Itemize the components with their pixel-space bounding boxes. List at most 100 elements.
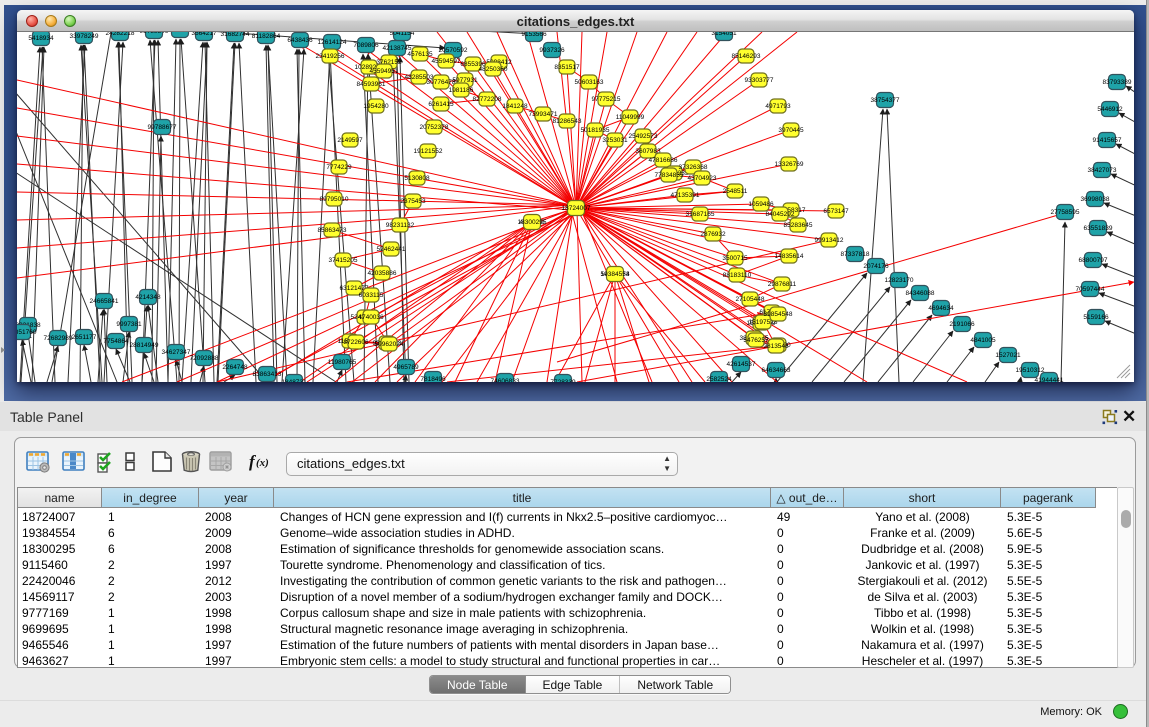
svg-text:83863413: 83863413 bbox=[253, 371, 282, 378]
svg-text:47135391: 47135391 bbox=[671, 192, 700, 199]
svg-text:3500715: 3500715 bbox=[722, 255, 748, 262]
svg-text:7754864: 7754864 bbox=[103, 338, 129, 345]
svg-text:4694634: 4694634 bbox=[928, 305, 954, 312]
svg-text:38427073: 38427073 bbox=[1088, 167, 1117, 174]
svg-text:1059486: 1059486 bbox=[748, 201, 774, 208]
svg-text:3253031: 3253031 bbox=[602, 137, 628, 144]
svg-text:4971793: 4971793 bbox=[765, 103, 791, 110]
svg-text:4740036: 4740036 bbox=[358, 314, 384, 321]
svg-text:7774229: 7774229 bbox=[326, 164, 352, 171]
svg-text:12614124: 12614124 bbox=[318, 39, 347, 46]
svg-text:4576135: 4576135 bbox=[407, 51, 433, 58]
svg-text:33978249: 33978249 bbox=[70, 33, 99, 40]
svg-text:39854548: 39854548 bbox=[764, 311, 793, 318]
svg-text:81286543: 81286543 bbox=[553, 118, 582, 125]
svg-text:25492573: 25492573 bbox=[629, 133, 658, 140]
svg-text:84593961: 84593961 bbox=[357, 81, 386, 88]
svg-text:85146293: 85146293 bbox=[732, 53, 761, 60]
svg-text:63551839: 63551839 bbox=[1084, 225, 1113, 232]
svg-text:3564217: 3564217 bbox=[191, 32, 217, 37]
svg-text:66851760: 66851760 bbox=[17, 329, 37, 336]
svg-text:85283645: 85283645 bbox=[784, 222, 813, 229]
svg-text:2074176: 2074176 bbox=[863, 263, 889, 270]
svg-text:13326769: 13326769 bbox=[775, 161, 804, 168]
svg-text:29876811: 29876811 bbox=[768, 281, 797, 288]
svg-text:24665841: 24665841 bbox=[90, 298, 119, 305]
svg-text:88183110: 88183110 bbox=[723, 272, 752, 279]
svg-text:2264748: 2264748 bbox=[222, 364, 248, 371]
svg-text:2582524: 2582524 bbox=[706, 376, 732, 382]
svg-text:19510312: 19510312 bbox=[1016, 367, 1045, 374]
svg-text:3970445: 3970445 bbox=[778, 127, 804, 134]
svg-text:73993471: 73993471 bbox=[529, 111, 558, 118]
svg-text:5041154: 5041154 bbox=[390, 32, 415, 37]
svg-text:85863473: 85863473 bbox=[318, 227, 347, 234]
svg-text:28814949: 28814949 bbox=[130, 342, 159, 349]
svg-text:4965789: 4965789 bbox=[393, 364, 419, 371]
svg-text:5446912: 5446912 bbox=[1097, 106, 1123, 113]
svg-text:31682744: 31682744 bbox=[221, 32, 250, 38]
svg-text:99788677: 99788677 bbox=[148, 124, 177, 131]
svg-text:5130808: 5130808 bbox=[404, 175, 430, 182]
svg-text:50962024: 50962024 bbox=[375, 341, 404, 348]
svg-text:34627347: 34627347 bbox=[162, 349, 191, 356]
svg-text:6261415: 6261415 bbox=[428, 101, 454, 108]
svg-text:18300295: 18300295 bbox=[518, 219, 547, 226]
svg-text:42614537: 42614537 bbox=[727, 361, 756, 368]
svg-text:27105448: 27105448 bbox=[736, 296, 765, 303]
svg-text:2651177: 2651177 bbox=[72, 334, 97, 341]
svg-text:72092888: 72092888 bbox=[190, 355, 219, 362]
svg-text:11049999: 11049999 bbox=[616, 114, 645, 121]
svg-text:45594597: 45594597 bbox=[432, 58, 461, 65]
svg-text:4841005: 4841005 bbox=[970, 337, 996, 344]
svg-text:2191066: 2191066 bbox=[949, 321, 975, 328]
svg-text:1954280: 1954280 bbox=[363, 103, 389, 110]
svg-text:50603163: 50603163 bbox=[575, 79, 604, 86]
svg-text:74606833: 74606833 bbox=[491, 378, 520, 382]
svg-text:6573147: 6573147 bbox=[823, 208, 849, 215]
svg-text:77834855: 77834855 bbox=[655, 172, 684, 179]
svg-text:12823170: 12823170 bbox=[885, 277, 914, 284]
svg-text:2548511: 2548511 bbox=[723, 188, 748, 195]
svg-text:41944441: 41944441 bbox=[1035, 377, 1064, 382]
svg-text:97775215: 97775215 bbox=[592, 96, 621, 103]
svg-text:7089806: 7089806 bbox=[353, 42, 379, 49]
svg-text:98231132: 98231132 bbox=[386, 222, 415, 229]
svg-text:6033115: 6033115 bbox=[359, 292, 384, 299]
svg-text:91415657: 91415657 bbox=[1093, 137, 1122, 144]
svg-text:5418934: 5418934 bbox=[28, 35, 54, 42]
svg-text:24282218: 24282218 bbox=[106, 32, 135, 37]
svg-text:38754377: 38754377 bbox=[871, 97, 900, 104]
svg-text:6438436: 6438436 bbox=[287, 37, 313, 44]
svg-text:45594951: 45594951 bbox=[370, 68, 399, 75]
svg-text:95758349: 95758349 bbox=[140, 32, 169, 35]
svg-text:9997381: 9997381 bbox=[116, 321, 142, 328]
svg-text:2149597: 2149597 bbox=[337, 137, 363, 144]
svg-text:99913412: 99913412 bbox=[815, 237, 844, 244]
svg-text:42035886: 42035886 bbox=[368, 270, 397, 277]
svg-text:19384554: 19384554 bbox=[601, 271, 630, 278]
svg-text:1981186: 1981186 bbox=[449, 87, 474, 94]
svg-text:23419256: 23419256 bbox=[316, 53, 345, 60]
svg-text:3154051: 3154051 bbox=[711, 32, 737, 37]
svg-text:70597444: 70597444 bbox=[1076, 286, 1105, 293]
svg-text:20570592: 20570592 bbox=[439, 47, 468, 54]
svg-text:2876932: 2876932 bbox=[700, 231, 726, 238]
svg-text:9153566: 9153566 bbox=[521, 32, 547, 38]
svg-text:82772208: 82772208 bbox=[473, 96, 502, 103]
svg-text:11980765: 11980765 bbox=[328, 359, 357, 366]
svg-text:2813543: 2813543 bbox=[763, 343, 789, 350]
svg-text:4214348: 4214348 bbox=[135, 294, 161, 301]
svg-text:1841248: 1841248 bbox=[502, 103, 528, 110]
svg-text:8351517: 8351517 bbox=[554, 64, 580, 71]
svg-text:20752378: 20752378 bbox=[420, 124, 449, 131]
svg-text:68800797: 68800797 bbox=[1079, 257, 1108, 264]
svg-text:83793389: 83793389 bbox=[1103, 79, 1132, 86]
svg-text:48250360: 48250360 bbox=[479, 66, 508, 73]
svg-text:14835614: 14835614 bbox=[775, 253, 804, 260]
svg-text:84346088: 84346088 bbox=[906, 290, 935, 297]
svg-text:52462441: 52462441 bbox=[377, 246, 406, 253]
svg-text:1848731: 1848731 bbox=[281, 379, 307, 382]
svg-text:89795010: 89795010 bbox=[320, 196, 349, 203]
svg-text:37326368: 37326368 bbox=[679, 164, 708, 171]
